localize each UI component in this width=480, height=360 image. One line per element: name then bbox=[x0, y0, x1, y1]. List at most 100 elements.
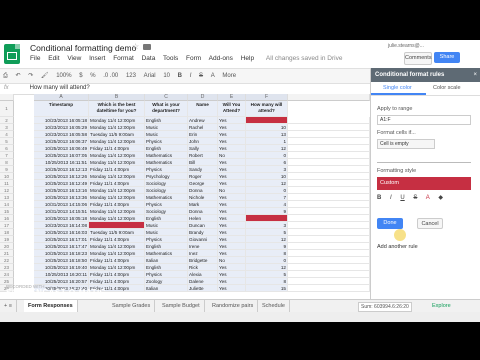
menu-insert[interactable]: Insert bbox=[89, 55, 105, 62]
row-number[interactable]: 1 bbox=[0, 101, 14, 117]
row-number[interactable]: 8 bbox=[0, 159, 14, 166]
row-number[interactable]: 13 bbox=[0, 194, 14, 201]
table-cell[interactable]: 10/25/2013 16:13:36 bbox=[34, 194, 89, 201]
table-cell[interactable]: 7 bbox=[246, 194, 288, 201]
empty-cell[interactable] bbox=[288, 285, 370, 292]
table-cell[interactable]: Physics bbox=[145, 236, 188, 243]
table-cell[interactable]: 4 bbox=[246, 201, 288, 208]
table-cell[interactable]: Yes bbox=[218, 180, 246, 187]
row-number[interactable]: 15 bbox=[0, 208, 14, 215]
row-number[interactable]: 12 bbox=[0, 187, 14, 194]
font-select[interactable]: Arial bbox=[144, 69, 156, 83]
empty-cell[interactable] bbox=[288, 208, 370, 215]
table-cell[interactable]: Music bbox=[145, 131, 188, 138]
table-cell[interactable]: Physics bbox=[145, 138, 188, 145]
table-cell[interactable]: 10/25/2013 16:12:49 bbox=[34, 180, 89, 187]
table-cell[interactable]: Monday 11/4 12:00pm bbox=[89, 264, 145, 271]
table-cell[interactable]: 12 bbox=[246, 180, 288, 187]
table-cell[interactable]: Bill bbox=[188, 159, 218, 166]
tab-color-scale[interactable]: Color scale bbox=[433, 85, 461, 91]
table-cell[interactable]: 10/25/2013 16:12:13 bbox=[34, 166, 89, 173]
table-cell[interactable]: Monday 11/4 12:00pm bbox=[89, 138, 145, 145]
table-cell[interactable]: Andrew bbox=[188, 117, 218, 124]
column-header-b[interactable]: B bbox=[89, 94, 145, 101]
range-input[interactable]: A1:F bbox=[377, 115, 471, 125]
table-cell[interactable]: Bridgette bbox=[188, 257, 218, 264]
italic-style-icon[interactable]: I bbox=[390, 195, 392, 201]
table-cell[interactable]: Yes bbox=[218, 222, 246, 229]
menu-edit[interactable]: Edit bbox=[48, 55, 59, 62]
empty-cell[interactable] bbox=[288, 236, 370, 243]
menu-form[interactable]: Form bbox=[186, 55, 201, 62]
table-cell[interactable]: Monday 11/4 12:00pm bbox=[89, 159, 145, 166]
redo-icon[interactable]: ↷ bbox=[28, 69, 33, 83]
table-cell[interactable]: Nichole bbox=[188, 194, 218, 201]
currency-button[interactable]: $ bbox=[79, 69, 82, 83]
column-header-d[interactable]: D bbox=[188, 94, 218, 101]
table-cell[interactable]: 5 bbox=[246, 271, 288, 278]
table-cell[interactable]: Monday 11/4 12:00pm bbox=[89, 208, 145, 215]
empty-cell[interactable] bbox=[288, 278, 370, 285]
table-cell[interactable]: Yes bbox=[218, 173, 246, 180]
header-cell[interactable]: Will You Attend? bbox=[218, 101, 246, 117]
row-number[interactable]: 21 bbox=[0, 250, 14, 257]
share-button[interactable]: Share bbox=[434, 52, 460, 63]
table-cell[interactable]: Inez bbox=[188, 250, 218, 257]
header-cell[interactable]: What is your department? bbox=[145, 101, 188, 117]
table-cell[interactable]: 10 bbox=[246, 173, 288, 180]
table-cell[interactable]: Juliette bbox=[188, 285, 218, 292]
table-cell[interactable]: Mathematics bbox=[145, 159, 188, 166]
row-number[interactable]: 17 bbox=[0, 222, 14, 229]
empty-cell[interactable] bbox=[288, 124, 370, 131]
table-cell[interactable]: Friday 11/1 4:00pm bbox=[89, 278, 145, 285]
table-cell[interactable]: English bbox=[145, 243, 188, 250]
condition-value-input[interactable] bbox=[377, 152, 471, 163]
table-cell[interactable]: 1 bbox=[246, 138, 288, 145]
star-icon[interactable]: ☆ bbox=[132, 42, 139, 51]
table-cell[interactable]: Giovanni bbox=[188, 236, 218, 243]
table-cell[interactable]: Rachel bbox=[188, 124, 218, 131]
table-cell[interactable]: 10/25/2013 16:12:26 bbox=[34, 173, 89, 180]
empty-cell[interactable] bbox=[288, 117, 370, 124]
table-cell[interactable]: 10 bbox=[246, 124, 288, 131]
table-cell[interactable]: Monday 11/4 12:00pm bbox=[89, 243, 145, 250]
strike-button[interactable]: S bbox=[199, 69, 203, 83]
table-cell[interactable]: Physics bbox=[145, 271, 188, 278]
table-cell[interactable]: Yes bbox=[218, 250, 246, 257]
table-cell[interactable] bbox=[246, 117, 288, 124]
done-button[interactable]: Done bbox=[377, 218, 403, 229]
table-cell[interactable]: 10/23/2013 16:05:18 bbox=[34, 117, 89, 124]
table-cell[interactable]: 8 bbox=[246, 250, 288, 257]
empty-cell[interactable] bbox=[288, 229, 370, 236]
menu-format[interactable]: Format bbox=[113, 55, 134, 62]
close-icon[interactable]: × bbox=[473, 68, 477, 82]
folder-icon[interactable] bbox=[143, 44, 151, 50]
menu-data[interactable]: Data bbox=[142, 55, 156, 62]
table-cell[interactable] bbox=[246, 215, 288, 222]
header-cell[interactable]: Name bbox=[188, 101, 218, 117]
table-cell[interactable]: 10/25/2013 16:18:50 bbox=[34, 257, 89, 264]
table-cell[interactable]: Psychology bbox=[145, 173, 188, 180]
document-title[interactable]: Conditional formatting demo bbox=[30, 43, 136, 53]
table-cell[interactable]: Monday 11/4 12:00pm bbox=[89, 215, 145, 222]
empty-cell[interactable] bbox=[288, 222, 370, 229]
table-cell[interactable]: Physics bbox=[145, 166, 188, 173]
table-cell[interactable]: Alexia bbox=[188, 271, 218, 278]
sheets-logo-icon[interactable] bbox=[4, 44, 20, 64]
table-cell[interactable]: Friday 11/1 4:00pm bbox=[89, 236, 145, 243]
table-cell[interactable]: 5 bbox=[246, 229, 288, 236]
row-number[interactable]: 24 bbox=[0, 271, 14, 278]
table-cell[interactable]: Mark bbox=[188, 201, 218, 208]
empty-cell[interactable] bbox=[288, 145, 370, 152]
table-cell[interactable]: 10/23/2013 16:14:08 bbox=[34, 222, 89, 229]
table-cell[interactable]: English bbox=[145, 264, 188, 271]
table-cell[interactable]: 3 bbox=[246, 166, 288, 173]
row-number[interactable]: 3 bbox=[0, 124, 14, 131]
row-number[interactable]: 11 bbox=[0, 180, 14, 187]
table-cell[interactable]: Sociology bbox=[145, 208, 188, 215]
table-cell[interactable]: 12 bbox=[246, 264, 288, 271]
table-cell[interactable]: Yes bbox=[218, 166, 246, 173]
table-cell[interactable]: 9 bbox=[246, 208, 288, 215]
table-cell[interactable]: Sandy bbox=[188, 166, 218, 173]
print-icon[interactable]: ⎙ bbox=[3, 69, 8, 83]
